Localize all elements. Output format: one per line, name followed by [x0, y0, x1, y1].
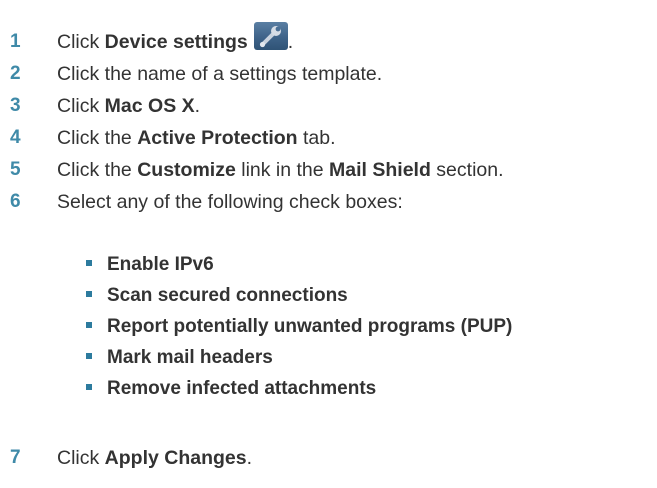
- step-text-part: Click: [57, 94, 105, 117]
- step-text: Select any of the following check boxes:: [57, 190, 403, 213]
- step-text-part: Click: [57, 30, 105, 53]
- step-text-part: Click the: [57, 158, 138, 181]
- active-protection-label: Active Protection: [137, 126, 298, 149]
- customize-label: Customize: [137, 158, 236, 181]
- checkbox-option-label: Enable IPv6: [107, 254, 214, 275]
- step-text-part: Click: [57, 446, 105, 469]
- checkbox-option: Scan secured connections: [86, 283, 348, 309]
- checkbox-option-label: Mark mail headers: [107, 347, 273, 368]
- checkbox-option: Report potentially unwanted programs (PU…: [86, 314, 512, 340]
- bullet-icon: [86, 322, 92, 328]
- apply-changes-label: Apply Changes: [104, 446, 247, 469]
- device-settings-label: Device settings: [104, 30, 248, 53]
- step-number: 1: [10, 31, 21, 52]
- step-text-part: .: [194, 94, 201, 117]
- step-7: 7 Click Apply Changes .: [10, 444, 252, 472]
- step-text-part: .: [246, 446, 253, 469]
- step-number: 4: [10, 127, 21, 148]
- step-number: 6: [10, 191, 21, 212]
- step-number: 2: [10, 63, 21, 84]
- step-number: 7: [10, 447, 21, 468]
- step-text: Click the name of a settings template.: [57, 62, 383, 85]
- step-text-part: section.: [430, 158, 504, 181]
- bullet-icon: [86, 353, 92, 359]
- step-1: 1 Click Device settings .: [10, 22, 294, 56]
- checkbox-option: Mark mail headers: [86, 345, 273, 371]
- bullet-icon: [86, 291, 92, 297]
- mac-os-x-label: Mac OS X: [104, 94, 195, 117]
- wrench-icon: [253, 22, 288, 50]
- step-4: 4 Click the Active Protection tab.: [10, 124, 336, 152]
- step-text-part: link in the: [235, 158, 330, 181]
- step-5: 5 Click the Customize link in the Mail S…: [10, 156, 504, 184]
- step-number: 5: [10, 159, 21, 180]
- checkbox-option-label: Remove infected attachments: [107, 378, 377, 399]
- step-number: 3: [10, 95, 21, 116]
- bullet-icon: [86, 384, 92, 390]
- step-text: Click the Active Protection tab.: [57, 127, 336, 150]
- checkbox-option: Remove infected attachments: [86, 376, 376, 402]
- mail-shield-label: Mail Shield: [329, 158, 431, 181]
- step-6: 6 Select any of the following check boxe…: [10, 188, 403, 216]
- checkbox-option-label: Scan secured connections: [107, 285, 348, 306]
- step-text: Click Device settings .: [57, 22, 294, 56]
- bullet-icon: [86, 260, 92, 266]
- checkbox-option: Enable IPv6: [86, 252, 214, 278]
- step-text-part: .: [287, 30, 294, 53]
- step-text-part: Click the: [57, 126, 138, 149]
- step-text: Click Mac OS X .: [57, 95, 200, 118]
- step-3: 3 Click Mac OS X .: [10, 92, 200, 120]
- step-text: Click the Customize link in the Mail Shi…: [57, 159, 504, 182]
- step-text: Click Apply Changes .: [57, 447, 252, 470]
- step-2: 2 Click the name of a settings template.: [10, 60, 382, 88]
- step-text-part: tab.: [297, 126, 336, 149]
- checkbox-option-label: Report potentially unwanted programs (PU…: [107, 316, 513, 337]
